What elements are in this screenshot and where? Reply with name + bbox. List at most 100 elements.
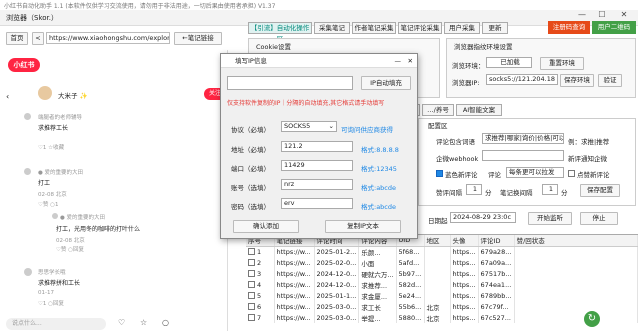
row-checkbox[interactable] — [248, 281, 255, 288]
col-header[interactable]: 评论ID — [478, 235, 515, 247]
heart-icon[interactable]: ♡ — [118, 318, 125, 327]
comment-actions[interactable]: ♡1 ○回复 — [38, 299, 64, 307]
comment-icon[interactable]: ○ — [162, 318, 169, 327]
stop-button[interactable]: 停止 — [580, 212, 618, 225]
like-interval-input[interactable]: 1 — [466, 184, 482, 195]
col-header[interactable]: 赞/回状态 — [514, 235, 638, 247]
note-link-button[interactable]: ←笔记链接 — [174, 32, 222, 45]
tab-collect-notes[interactable]: 采集笔记 — [314, 22, 350, 34]
author-name[interactable]: 大米子 ✨ — [58, 90, 88, 100]
subtab-nurture[interactable]: …/养号 — [422, 104, 454, 116]
comment-actions[interactable]: ♡1 ☆收藏 — [38, 143, 64, 151]
row-checkbox[interactable] — [248, 270, 255, 277]
star-icon[interactable]: ☆ — [140, 318, 147, 327]
table-cell: 2025-03-0... — [314, 301, 360, 312]
ip-autofill-button[interactable]: IP自动填充 — [361, 76, 411, 90]
table-cell: https://w... — [274, 279, 315, 290]
table-cell — [514, 290, 638, 301]
row-number: 7 — [257, 313, 262, 322]
reply-actions[interactable]: ♡赞 ○回复 — [56, 245, 84, 253]
row-checkbox[interactable] — [248, 259, 255, 266]
ip-input[interactable]: socks5://121.204.18 — [486, 74, 558, 85]
comment-kw-input[interactable]: 求推荐|哪家|询价|价格|可以 — [482, 133, 564, 144]
reply-text: 打工，光用冬的咖啡的打叶什么 — [56, 226, 141, 233]
tab-update[interactable]: 更新 — [482, 22, 508, 34]
host-input[interactable]: 121.2 — [281, 141, 353, 152]
save-config-button[interactable]: 保存配置 — [580, 184, 620, 197]
url-input[interactable]: https://www.xiaohongshu.com/explor — [46, 32, 170, 44]
row-checkbox[interactable] — [248, 314, 255, 321]
row-index-cell: 2 — [246, 257, 275, 268]
avatar[interactable] — [38, 86, 52, 100]
protocol-select[interactable]: SOCKS5 ⌄ — [281, 121, 337, 132]
back-arrow-icon[interactable]: ‹ — [6, 92, 9, 101]
user-label: 账号（选填） — [231, 184, 270, 192]
comment-actions[interactable]: ♡赞 ○1 — [38, 200, 58, 208]
table-cell: 5e24... — [396, 290, 425, 301]
row-checkbox[interactable] — [248, 303, 255, 310]
like-new-checkbox[interactable] — [568, 170, 575, 177]
user-input[interactable]: nrz — [281, 179, 353, 190]
like-new-label: 点赞新评论 — [577, 171, 610, 179]
table-row[interactable]: 3 https://w... 2024-12-0... 硬就六万... 5b97... h… — [246, 268, 638, 279]
confirm-add-button[interactable]: 确认添加 — [233, 220, 299, 233]
table-row[interactable]: 2 https://w... 2025-02-0... 小面 5afd... https.… — [246, 257, 638, 268]
protocol-link[interactable]: 可询问供应商获得 — [341, 124, 393, 134]
reset-env-button[interactable]: 重置环境 — [540, 57, 584, 70]
port-hint: 格式:12345 — [361, 165, 397, 173]
table-row[interactable]: 4 https://w... 2024-12-0... 求推荐... 582d... ht… — [246, 279, 638, 290]
row-checkbox[interactable] — [248, 248, 255, 256]
refresh-icon[interactable]: ↻ — [584, 311, 600, 327]
copy-ip-button[interactable]: 复制IP文本 — [325, 220, 401, 233]
port-label: 端口（必填） — [231, 165, 270, 173]
table-row[interactable]: 7 https://w... 2025-03-0... 举提... 5880... 北京 h… — [246, 312, 638, 323]
comment-input[interactable]: 说点什么... — [6, 318, 106, 330]
comment-author: ● 爱的重要的大田 — [38, 170, 84, 176]
table-cell: 硬就六万... — [358, 268, 397, 279]
note-interval-input[interactable]: 1 — [542, 184, 558, 195]
table-row[interactable]: 1 https://w... 2025-01-2... 乐颜... 5f68... htt… — [246, 246, 638, 257]
table-cell: https... — [450, 279, 479, 290]
new-comment-label: 蓝色新评论 — [445, 171, 478, 179]
webhook-input[interactable] — [482, 150, 564, 161]
save-env-button[interactable]: 保存环境 — [560, 74, 594, 87]
ip-paste-input[interactable] — [227, 76, 353, 90]
port-input[interactable]: 11429 — [281, 160, 353, 171]
minimize-icon[interactable]: — — [395, 54, 402, 68]
date-input[interactable]: 2024-08-29 23:0c — [450, 212, 516, 223]
close-icon[interactable]: ✕ — [408, 54, 413, 68]
table-cell: https... — [450, 301, 479, 312]
note-interval-unit: 分 — [561, 189, 568, 197]
tab-user-collect[interactable]: 用户采集 — [444, 22, 480, 34]
col-header[interactable]: 地区 — [424, 235, 451, 247]
home-button[interactable]: 首页 — [6, 32, 28, 45]
user-qr-button[interactable]: 用户二维码 — [592, 21, 636, 34]
comment-date: 01-17 — [38, 290, 54, 296]
back-button[interactable]: < — [32, 32, 44, 45]
table-cell: 582d... — [396, 279, 425, 290]
start-listen-button[interactable]: 开始监听 — [528, 212, 572, 225]
col-header[interactable]: 头像 — [450, 235, 479, 247]
verify-button[interactable]: 验证 — [598, 74, 622, 87]
host-hint: 格式:8.8.8.8 — [361, 146, 399, 154]
table-cell: 北京 — [424, 312, 451, 323]
row-checkbox[interactable] — [248, 292, 255, 299]
table-cell: 6789bb... — [478, 290, 515, 301]
tab-author-notes[interactable]: 作者笔记采集 — [352, 22, 396, 34]
pass-input[interactable]: erv — [281, 198, 353, 209]
reg-query-button[interactable]: 注册码查询 — [548, 21, 590, 34]
comment-kw-hint: 例：求推|推荐 — [568, 138, 610, 146]
table-cell: 5afd... — [396, 257, 425, 268]
reply-select[interactable]: 每条更可以拉发 — [506, 167, 564, 178]
tab-automation[interactable]: 【引流】自动化操作区 — [248, 22, 312, 43]
table-cell: 5880... — [396, 312, 425, 323]
tab-comment-collect[interactable]: 笔记评论采集 — [398, 22, 442, 34]
table-cell: 674ea1... — [478, 279, 515, 290]
new-comment-checkbox[interactable] — [436, 170, 443, 177]
table-row[interactable]: 5 https://w... 2025-01-1... 求金厦... 5e24... ht… — [246, 290, 638, 301]
window-subtitle: 浏览器（Skor.） — [6, 14, 58, 22]
comment-author: 思思学长哦 — [38, 270, 66, 276]
subtab-ai-copy[interactable]: AI智能文案 — [456, 104, 502, 116]
table-cell: 67a09a... — [478, 257, 515, 268]
table-row[interactable]: 6 https://w... 2025-03-0... 求工长 55b6... 北京 htt… — [246, 301, 638, 312]
